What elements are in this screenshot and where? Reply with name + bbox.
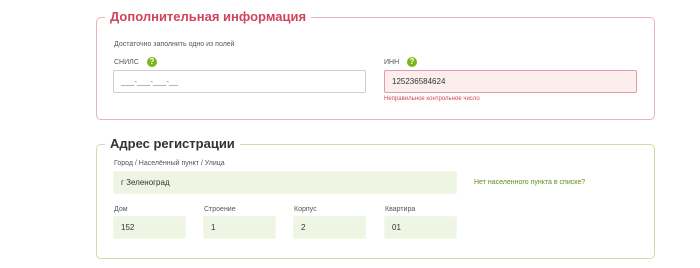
inn-label: ИНН [384, 59, 400, 66]
additional-info-title: Дополнительная информация [105, 7, 312, 27]
address-input[interactable]: г Зеленоград [113, 171, 457, 194]
building-label: Строение [204, 206, 236, 213]
inn-error-message: Неправильное контрольное число [384, 96, 480, 102]
inn-input[interactable]: 125236584624 [384, 70, 637, 93]
apartment-input[interactable]: 01 [384, 216, 457, 239]
snils-label: СНИЛС [114, 59, 139, 66]
question-circle-icon[interactable]: ? [407, 57, 417, 67]
building-input[interactable]: 1 [203, 216, 276, 239]
house-input[interactable]: 152 [113, 216, 186, 239]
block-label: Корпус [294, 206, 317, 213]
block-input[interactable]: 2 [293, 216, 366, 239]
snils-input[interactable]: ___-___-___-__ [113, 70, 366, 93]
missing-locality-link[interactable]: Нет населенного пункта в списке? [474, 179, 585, 186]
additional-info-section: Дополнительная информация [96, 7, 655, 120]
question-circle-icon[interactable]: ? [147, 57, 157, 67]
registration-address-title: Адрес регистрации [105, 134, 240, 154]
address-label: Город / Населённый пункт / Улица [114, 160, 225, 167]
apartment-label: Квартира [385, 206, 416, 213]
fill-one-hint: Достаточно заполнить одно из полей [114, 41, 235, 48]
house-label: Дом [114, 206, 128, 213]
